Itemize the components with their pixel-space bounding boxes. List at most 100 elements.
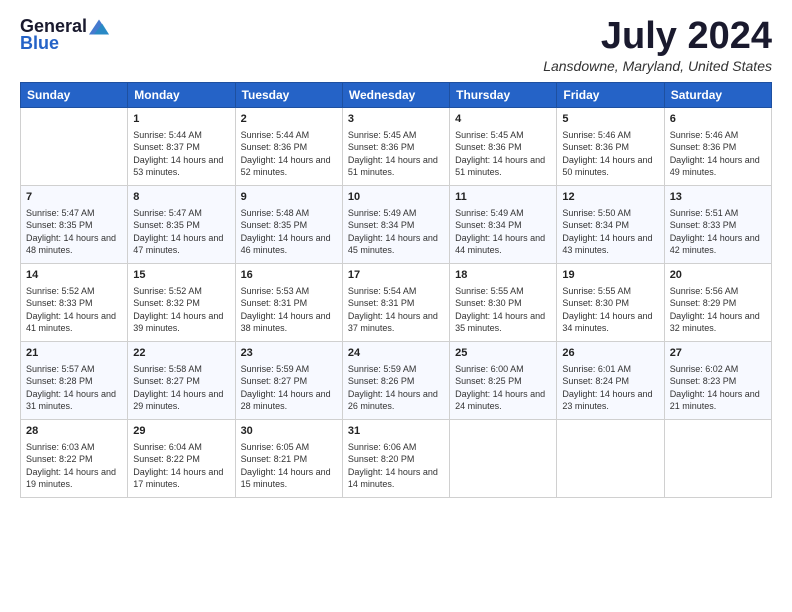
cell-w5-d6 (664, 419, 771, 497)
cell-w4-d4: 25Sunrise: 6:00 AMSunset: 8:25 PMDayligh… (450, 341, 557, 419)
sunset-text: Sunset: 8:24 PM (562, 376, 629, 386)
day-number: 13 (670, 190, 766, 205)
sunset-text: Sunset: 8:36 PM (455, 142, 522, 152)
day-number: 21 (26, 346, 122, 361)
calendar-table: Sunday Monday Tuesday Wednesday Thursday… (20, 82, 772, 498)
sunrise-text: Sunrise: 6:06 AM (348, 442, 417, 452)
week-row-4: 21 Sunrise: 5:57 AMSunset: 8:28 PMDayligh… (21, 341, 772, 419)
daylight-text: Daylight: 14 hours and 14 minutes. (348, 467, 438, 490)
sunrise-text: Sunrise: 6:00 AM (455, 364, 524, 374)
day-number: 20 (670, 268, 766, 283)
daylight-text: Daylight: 14 hours and 38 minutes. (241, 311, 331, 334)
cell-info: Sunrise: 5:56 AMSunset: 8:29 PMDaylight:… (670, 285, 766, 335)
cell-info: Sunrise: 5:50 AMSunset: 8:34 PMDaylight:… (562, 207, 658, 257)
daylight-text: Daylight: 14 hours and 29 minutes. (133, 389, 223, 412)
cell-w1-d5: 5Sunrise: 5:46 AMSunset: 8:36 PMDaylight… (557, 107, 664, 185)
cell-info: Sunrise: 6:04 AMSunset: 8:22 PMDaylight:… (133, 441, 229, 491)
day-number: 30 (241, 424, 337, 439)
day-number: 15 (133, 268, 229, 283)
day-number: 10 (348, 190, 444, 205)
cell-w3-d6: 20 Sunrise: 5:56 AMSunset: 8:29 PMDayligh… (664, 263, 771, 341)
cell-w5-d4 (450, 419, 557, 497)
calendar-page: General Blue July 2024 Lansdowne, Maryla… (0, 0, 792, 612)
cell-w5-d3: 31Sunrise: 6:06 AMSunset: 8:20 PMDayligh… (342, 419, 449, 497)
cell-w1-d3: 3Sunrise: 5:45 AMSunset: 8:36 PMDaylight… (342, 107, 449, 185)
sunrise-text: Sunrise: 5:50 AM (562, 208, 631, 218)
daylight-text: Daylight: 14 hours and 32 minutes. (670, 311, 760, 334)
week-row-1: 1Sunrise: 5:44 AMSunset: 8:37 PMDaylight… (21, 107, 772, 185)
cell-info: Sunrise: 6:02 AMSunset: 8:23 PMDaylight:… (670, 363, 766, 413)
sunset-text: Sunset: 8:22 PM (26, 454, 93, 464)
header-thursday: Thursday (450, 82, 557, 107)
sunset-text: Sunset: 8:31 PM (348, 298, 415, 308)
logo: General Blue (20, 16, 109, 54)
week-row-3: 14Sunrise: 5:52 AMSunset: 8:33 PMDayligh… (21, 263, 772, 341)
cell-info: Sunrise: 5:55 AMSunset: 8:30 PMDaylight:… (562, 285, 658, 335)
cell-info: Sunrise: 5:59 AMSunset: 8:27 PMDaylight:… (241, 363, 337, 413)
sunset-text: Sunset: 8:36 PM (670, 142, 737, 152)
sunset-text: Sunset: 8:25 PM (455, 376, 522, 386)
cell-info: Sunrise: 5:57 AMSunset: 8:28 PMDaylight:… (26, 363, 122, 413)
cell-info: Sunrise: 5:44 AMSunset: 8:36 PMDaylight:… (241, 129, 337, 179)
daylight-text: Daylight: 14 hours and 35 minutes. (455, 311, 545, 334)
sunrise-text: Sunrise: 5:58 AM (133, 364, 202, 374)
daylight-text: Daylight: 14 hours and 47 minutes. (133, 233, 223, 256)
cell-info: Sunrise: 6:06 AMSunset: 8:20 PMDaylight:… (348, 441, 444, 491)
sunset-text: Sunset: 8:36 PM (562, 142, 629, 152)
cell-info: Sunrise: 5:49 AMSunset: 8:34 PMDaylight:… (348, 207, 444, 257)
sunset-text: Sunset: 8:32 PM (133, 298, 200, 308)
daylight-text: Daylight: 14 hours and 34 minutes. (562, 311, 652, 334)
day-number: 11 (455, 190, 551, 205)
day-number: 14 (26, 268, 122, 283)
day-number: 6 (670, 112, 766, 127)
cell-w2-d2: 9Sunrise: 5:48 AMSunset: 8:35 PMDaylight… (235, 185, 342, 263)
sunset-text: Sunset: 8:34 PM (348, 220, 415, 230)
cell-info: Sunrise: 5:45 AMSunset: 8:36 PMDaylight:… (348, 129, 444, 179)
sunrise-text: Sunrise: 6:02 AM (670, 364, 739, 374)
header-tuesday: Tuesday (235, 82, 342, 107)
day-number: 9 (241, 190, 337, 205)
cell-info: Sunrise: 6:00 AMSunset: 8:25 PMDaylight:… (455, 363, 551, 413)
cell-w3-d3: 17Sunrise: 5:54 AMSunset: 8:31 PMDayligh… (342, 263, 449, 341)
sunrise-text: Sunrise: 5:59 AM (348, 364, 417, 374)
weekday-header-row: Sunday Monday Tuesday Wednesday Thursday… (21, 82, 772, 107)
sunset-text: Sunset: 8:27 PM (133, 376, 200, 386)
sunset-text: Sunset: 8:35 PM (26, 220, 93, 230)
sunrise-text: Sunrise: 5:45 AM (348, 130, 417, 140)
cell-w5-d2: 30 Sunrise: 6:05 AMSunset: 8:21 PMDayligh… (235, 419, 342, 497)
sunrise-text: Sunrise: 6:04 AM (133, 442, 202, 452)
cell-w5-d1: 29Sunrise: 6:04 AMSunset: 8:22 PMDayligh… (128, 419, 235, 497)
day-number: 7 (26, 190, 122, 205)
sunset-text: Sunset: 8:29 PM (670, 298, 737, 308)
week-row-5: 28Sunrise: 6:03 AMSunset: 8:22 PMDayligh… (21, 419, 772, 497)
day-number: 26 (562, 346, 658, 361)
cell-w2-d4: 11 Sunrise: 5:49 AMSunset: 8:34 PMDayligh… (450, 185, 557, 263)
sunrise-text: Sunrise: 5:52 AM (133, 286, 202, 296)
sunset-text: Sunset: 8:35 PM (133, 220, 200, 230)
day-number: 24 (348, 346, 444, 361)
day-number: 22 (133, 346, 229, 361)
cell-w4-d1: 22 Sunrise: 5:58 AM Sunset: 8:27 PM Dayligh… (128, 341, 235, 419)
cell-info: Sunrise: 5:45 AMSunset: 8:36 PMDaylight:… (455, 129, 551, 179)
sunset-text: Sunset: 8:27 PM (241, 376, 308, 386)
sunset-text: Sunset: 8:28 PM (26, 376, 93, 386)
sunrise-text: Sunrise: 5:52 AM (26, 286, 95, 296)
cell-info: Sunrise: 6:05 AMSunset: 8:21 PMDaylight:… (241, 441, 337, 491)
daylight-text: Daylight: 14 hours and 41 minutes. (26, 311, 116, 334)
daylight-text: Daylight: 14 hours and 23 minutes. (562, 389, 652, 412)
sunset-text: Sunset: 8:36 PM (348, 142, 415, 152)
sunset-text: Sunset: 8:22 PM (133, 454, 200, 464)
cell-w5-d0: 28Sunrise: 6:03 AMSunset: 8:22 PMDayligh… (21, 419, 128, 497)
daylight-text: Daylight: 14 hours and 52 minutes. (241, 155, 331, 178)
sunrise-text: Sunrise: 5:46 AM (670, 130, 739, 140)
daylight-text: Daylight: 14 hours and 37 minutes. (348, 311, 438, 334)
sunset-text: Sunset: 8:21 PM (241, 454, 308, 464)
daylight-text: Daylight: 14 hours and 51 minutes. (455, 155, 545, 178)
sunset-text: Sunset: 8:37 PM (133, 142, 200, 152)
cell-info: Sunrise: 5:49 AMSunset: 8:34 PMDaylight:… (455, 207, 551, 257)
daylight-text: Daylight: 14 hours and 44 minutes. (455, 233, 545, 256)
day-number: 4 (455, 112, 551, 127)
sunrise-text: Sunrise: 5:59 AM (241, 364, 310, 374)
day-number: 23 (241, 346, 337, 361)
cell-w4-d0: 21 Sunrise: 5:57 AMSunset: 8:28 PMDayligh… (21, 341, 128, 419)
